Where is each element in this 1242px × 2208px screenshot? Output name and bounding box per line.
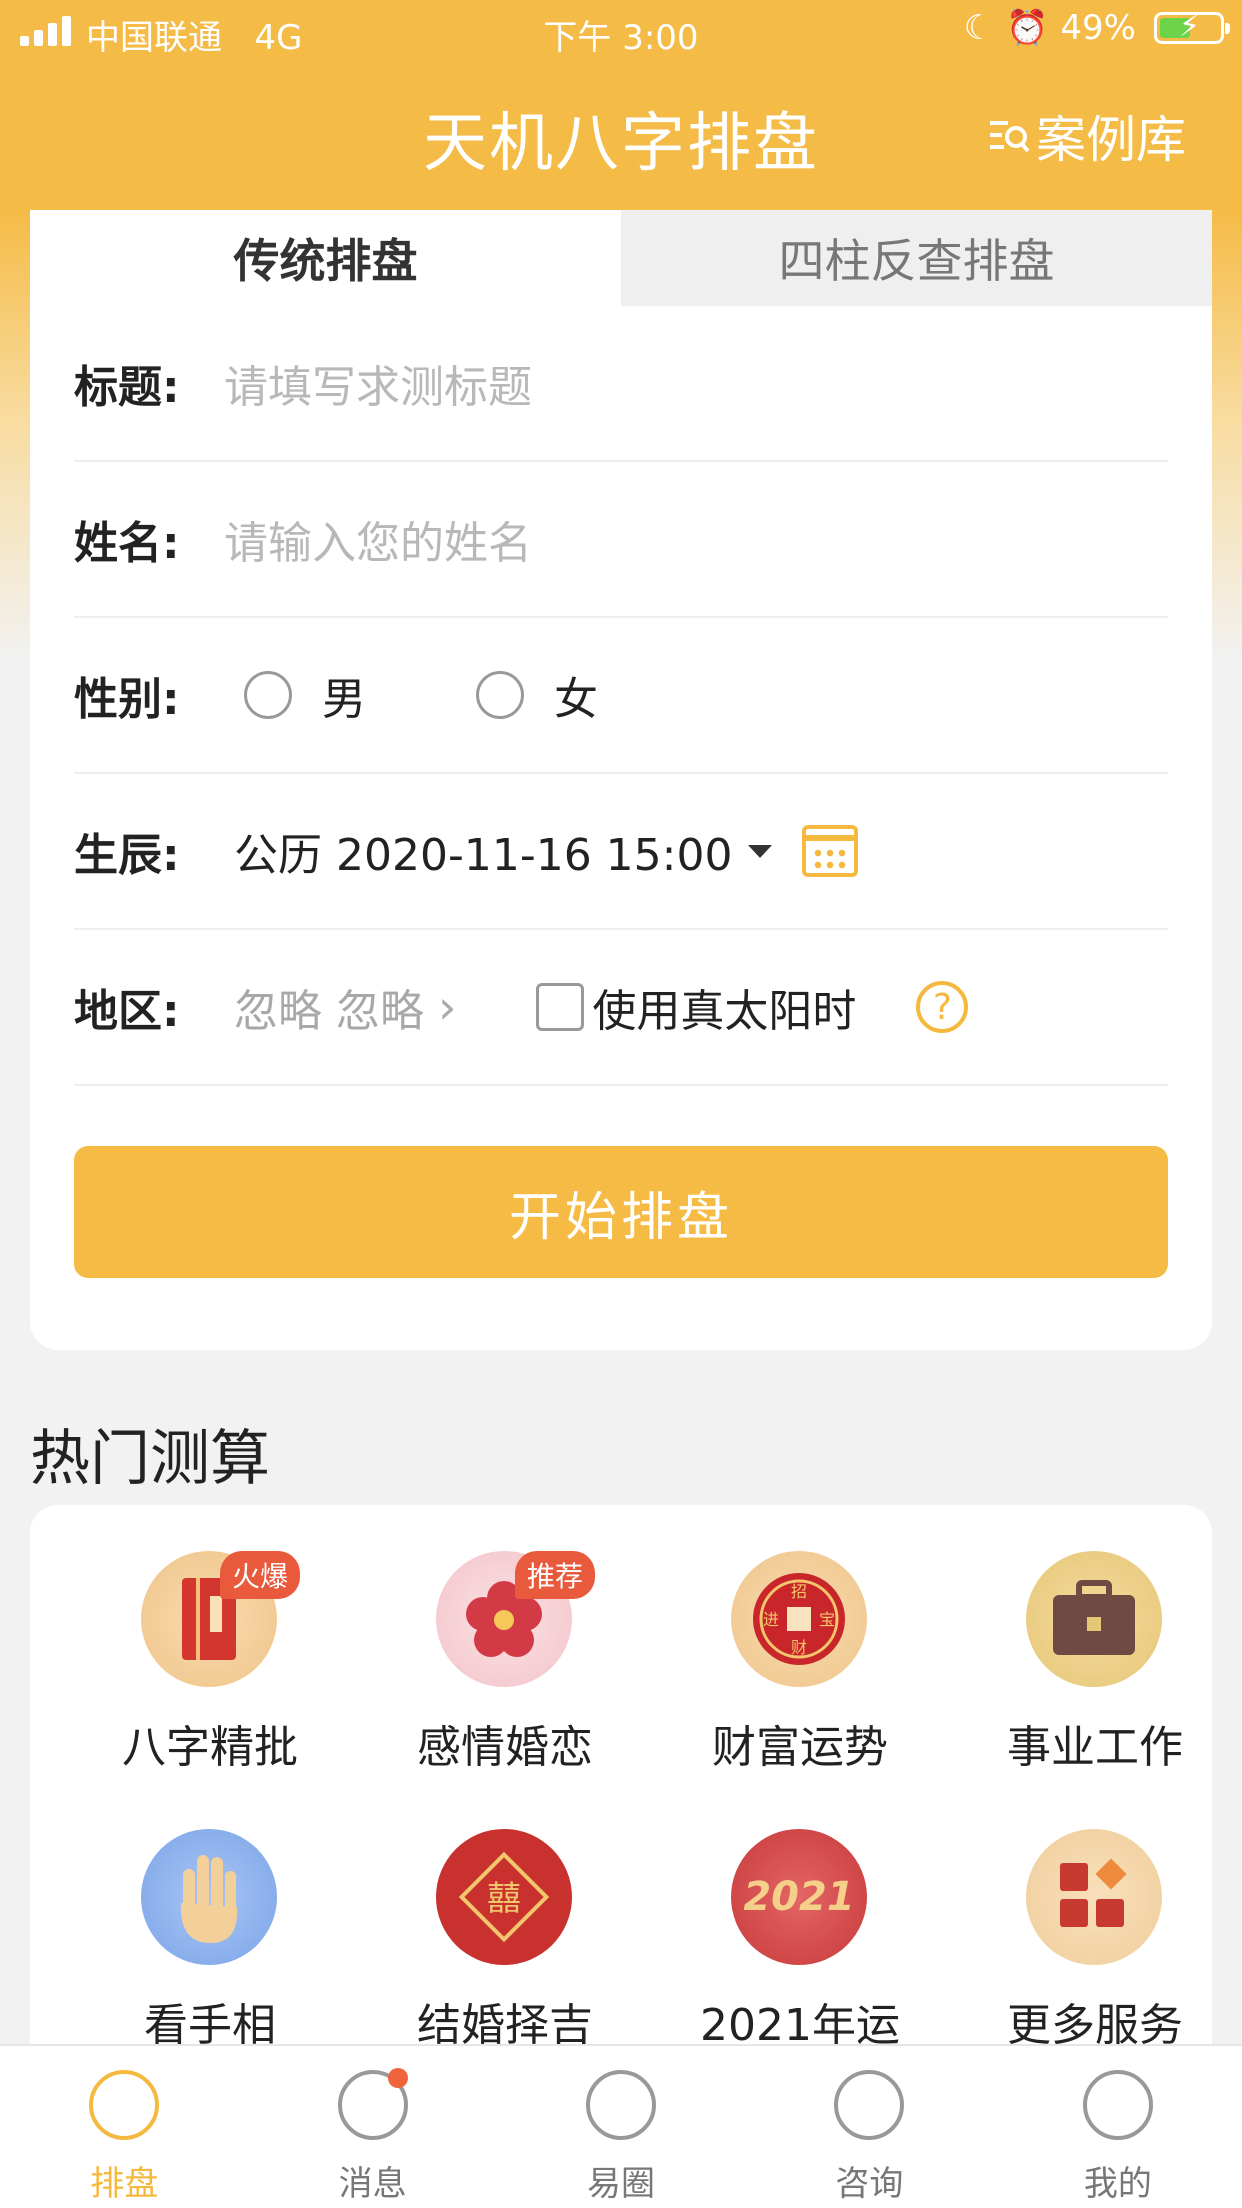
tabbar-paipan[interactable]: 排盘 bbox=[0, 2046, 248, 2208]
svg-text:宝: 宝 bbox=[819, 1610, 835, 1629]
calendar-icon[interactable] bbox=[802, 825, 859, 877]
birth-label: 生辰: bbox=[74, 830, 180, 881]
svg-text:进: 进 bbox=[763, 1610, 779, 1629]
service-2021[interactable]: 2021 2021年运 bbox=[670, 1829, 920, 2069]
tabbar-messages[interactable]: 消息 bbox=[248, 2046, 496, 2208]
list-search-icon bbox=[990, 121, 1030, 153]
double-happiness-icon: 囍 bbox=[436, 1829, 572, 1965]
alarm-icon: ⏰ bbox=[1006, 8, 1049, 48]
more-services-icon bbox=[1026, 1829, 1162, 1965]
tabbar-label: 我的 bbox=[1083, 2164, 1152, 2204]
tabbar-label: 易圈 bbox=[587, 2164, 656, 2204]
male-label: 男 bbox=[322, 674, 366, 725]
tabbar-mine[interactable]: 我的 bbox=[994, 2046, 1242, 2208]
name-input[interactable]: 请输入您的姓名 bbox=[224, 507, 532, 571]
title-label: 标题: bbox=[74, 362, 180, 413]
hot-services-grid: 火爆 八字精批 推荐 感情婚恋 招 财 进 宝 财富运势 事业工作 看手相 囍 … bbox=[30, 1505, 1212, 2125]
user-icon bbox=[1082, 2070, 1153, 2140]
hot-badge: 火爆 bbox=[220, 1551, 301, 1599]
circle-icon bbox=[586, 2070, 657, 2140]
moon-icon: ☾ bbox=[963, 8, 995, 48]
service-love[interactable]: 推荐 感情婚恋 bbox=[375, 1551, 625, 1791]
tabbar-label: 咨询 bbox=[835, 2164, 904, 2204]
recommend-badge: 推荐 bbox=[515, 1551, 596, 1599]
coin-icon: 招 财 进 宝 bbox=[731, 1551, 867, 1687]
chevron-right-icon[interactable]: › bbox=[438, 980, 456, 1034]
status-bar: 中国联通 4G 下午 3:00 ☾ ⏰ 49% ⚡ bbox=[0, 0, 1242, 62]
tab-reverse-lookup[interactable]: 四柱反查排盘 bbox=[621, 210, 1212, 306]
svg-text:囍: 囍 bbox=[487, 1879, 521, 1919]
name-row: 姓名: 请输入您的姓名 bbox=[74, 462, 1168, 618]
hot-section-title: 热门测算 bbox=[30, 1424, 270, 1494]
palm-icon bbox=[141, 1829, 277, 1965]
name-label: 姓名: bbox=[74, 518, 180, 569]
region-row: 地区: 忽略 忽略 › 使用真太阳时 ? bbox=[74, 930, 1168, 1086]
tab-traditional[interactable]: 传统排盘 bbox=[30, 210, 621, 306]
unread-dot bbox=[388, 2068, 409, 2088]
gender-female-option[interactable]: 女 bbox=[476, 663, 598, 727]
service-label: 八字精批 bbox=[122, 1722, 298, 1773]
chevron-down-icon[interactable] bbox=[748, 844, 773, 858]
tabbar-label: 消息 bbox=[338, 2164, 407, 2204]
svg-text:2021: 2021 bbox=[744, 1874, 854, 1920]
help-icon[interactable]: ? bbox=[916, 981, 969, 1033]
service-label: 感情婚恋 bbox=[417, 1722, 593, 1773]
gender-row: 性别: 男 女 bbox=[74, 618, 1168, 774]
male-radio[interactable] bbox=[244, 671, 292, 719]
title-input[interactable]: 请填写求测标题 bbox=[224, 351, 532, 415]
status-right: ☾ ⏰ 49% ⚡ bbox=[963, 8, 1230, 48]
solar-time-checkbox[interactable] bbox=[536, 983, 585, 1031]
consultant-icon bbox=[834, 2070, 905, 2140]
solar-time-label[interactable]: 使用真太阳时 bbox=[592, 975, 856, 1039]
service-wedding-date[interactable]: 囍 结婚择吉 bbox=[375, 1829, 625, 2069]
yin-yang-icon bbox=[89, 2070, 160, 2140]
region-selector[interactable]: 忽略 忽略 bbox=[234, 975, 424, 1039]
briefcase-icon bbox=[1026, 1551, 1162, 1687]
service-palm[interactable]: 看手相 bbox=[80, 1829, 330, 2069]
service-career[interactable]: 事业工作 bbox=[965, 1551, 1215, 1791]
mode-tabs: 传统排盘 四柱反查排盘 bbox=[30, 210, 1212, 306]
service-label: 事业工作 bbox=[1007, 1722, 1183, 1773]
service-wealth[interactable]: 招 财 进 宝 财富运势 bbox=[670, 1551, 920, 1791]
service-more[interactable]: 更多服务 bbox=[965, 1829, 1215, 2069]
svg-text:财: 财 bbox=[791, 1638, 807, 1657]
battery-percent: 49% bbox=[1060, 8, 1136, 48]
year-2021-icon: 2021 bbox=[731, 1829, 867, 1965]
birth-datetime[interactable]: 公历 2020-11-16 15:00 bbox=[234, 819, 732, 883]
case-library-button[interactable]: 案例库 bbox=[988, 100, 1186, 172]
gender-label: 性别: bbox=[74, 674, 180, 725]
start-chart-button[interactable]: 开始排盘 bbox=[74, 1146, 1168, 1278]
tabbar-label: 排盘 bbox=[90, 2164, 159, 2204]
female-label: 女 bbox=[554, 674, 598, 725]
gender-male-option[interactable]: 男 bbox=[244, 663, 366, 727]
bottom-tab-bar: 排盘 消息 易圈 咨询 我的 bbox=[0, 2044, 1242, 2208]
service-label: 财富运势 bbox=[712, 1722, 888, 1773]
case-library-label: 案例库 bbox=[1036, 111, 1186, 169]
birth-row: 生辰: 公历 2020-11-16 15:00 bbox=[74, 774, 1168, 930]
title-row: 标题: 请填写求测标题 bbox=[74, 306, 1168, 462]
service-bazi[interactable]: 火爆 八字精批 bbox=[80, 1551, 330, 1791]
battery-icon: ⚡ bbox=[1154, 9, 1230, 44]
svg-text:招: 招 bbox=[791, 1582, 807, 1601]
chart-form-card: 传统排盘 四柱反查排盘 标题: 请填写求测标题 姓名: 请输入您的姓名 性别: … bbox=[30, 210, 1212, 1350]
tabbar-consult[interactable]: 咨询 bbox=[745, 2046, 993, 2208]
female-radio[interactable] bbox=[476, 671, 524, 719]
region-label: 地区: bbox=[74, 986, 180, 1037]
tabbar-circle[interactable]: 易圈 bbox=[497, 2046, 745, 2208]
